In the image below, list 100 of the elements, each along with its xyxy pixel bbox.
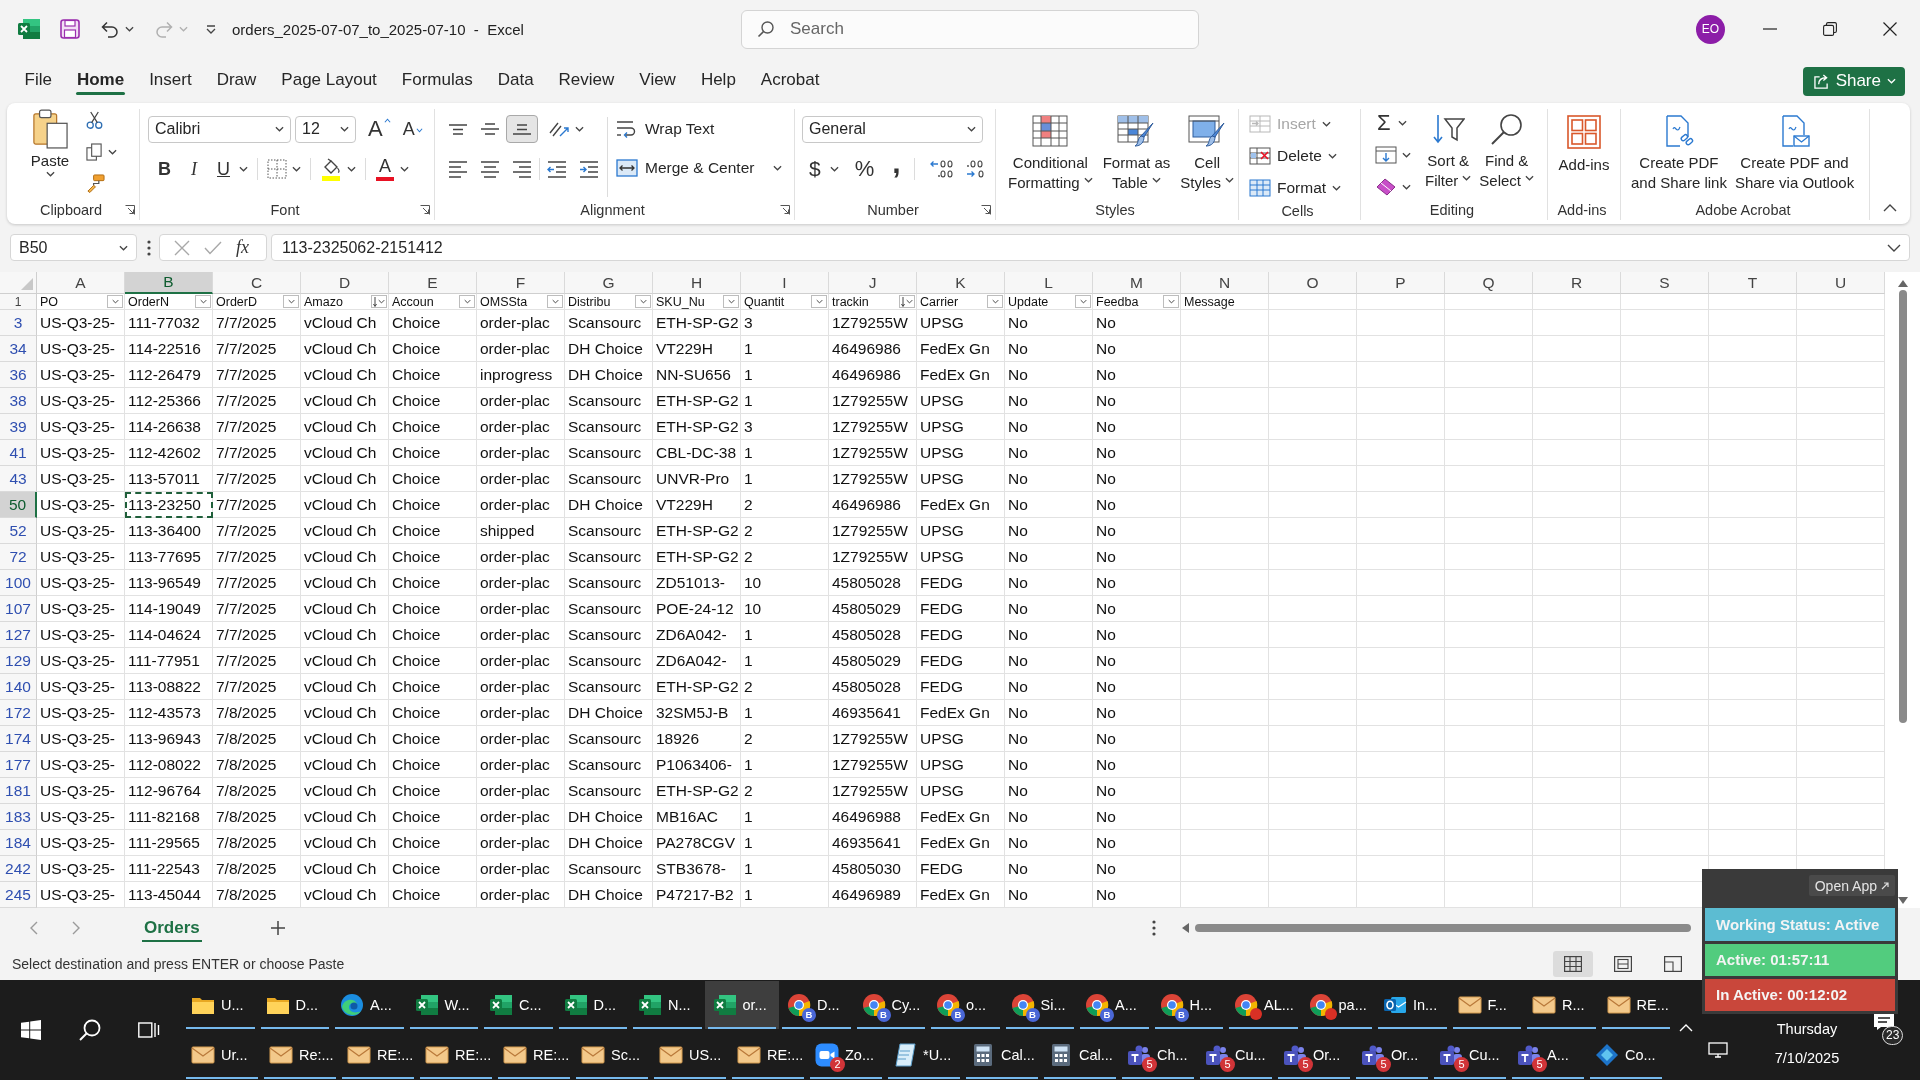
align-left-icon[interactable]: [448, 160, 468, 178]
undo-icon[interactable]: [100, 19, 120, 39]
taskbar-button[interactable]: *U...: [885, 1031, 963, 1079]
close-icon[interactable]: [1883, 22, 1897, 36]
next-sheet-icon[interactable]: [72, 921, 80, 935]
taskbar-button[interactable]: B H...: [1151, 981, 1226, 1029]
filter-button[interactable]: [723, 295, 739, 308]
ribbon-tab[interactable]: File: [12, 58, 65, 102]
row-header[interactable]: 181: [0, 778, 37, 804]
caret-icon[interactable]: [45, 171, 55, 177]
align-center-icon[interactable]: [480, 160, 500, 178]
row-header[interactable]: 38: [0, 388, 37, 414]
filter-button[interactable]: [107, 295, 123, 308]
column-header[interactable]: Q: [1445, 272, 1533, 294]
shrink-font-button[interactable]: A: [398, 116, 427, 142]
dialog-launcher-icon[interactable]: [125, 205, 135, 215]
caret-icon[interactable]: [1327, 153, 1337, 159]
row-header[interactable]: 3: [0, 310, 37, 336]
align-right-icon[interactable]: [512, 160, 532, 178]
formula-input[interactable]: 113-2325062-2151412: [271, 234, 1910, 261]
restore-icon[interactable]: [1823, 22, 1837, 36]
filter-button[interactable]: [195, 295, 211, 308]
column-header[interactable]: E: [389, 272, 477, 294]
column-header[interactable]: H: [653, 272, 741, 294]
ribbon-tab[interactable]: Page Layout: [268, 58, 390, 102]
increase-indent-icon[interactable]: [579, 160, 599, 178]
caret-icon[interactable]: [1332, 185, 1342, 191]
search-field[interactable]: Search: [741, 9, 1199, 49]
eraser-icon[interactable]: [1375, 178, 1397, 196]
customize-toolbar-icon[interactable]: [206, 24, 216, 34]
save-icon[interactable]: [60, 19, 80, 39]
taskbar-button[interactable]: D...: [555, 981, 630, 1029]
taskbar-button[interactable]: AL...: [1226, 981, 1301, 1029]
caret-icon[interactable]: [1402, 152, 1411, 158]
row-header[interactable]: 100: [0, 570, 37, 596]
open-app-button[interactable]: Open App: [1808, 875, 1895, 897]
collapse-ribbon-icon[interactable]: [1883, 204, 1897, 212]
caret-icon[interactable]: [1397, 120, 1407, 126]
taskbar-button[interactable]: B A...: [1077, 981, 1152, 1029]
font-size-dropdown[interactable]: 12: [295, 115, 356, 143]
scroll-down-icon[interactable]: [1897, 897, 1908, 904]
taskbar-button[interactable]: RE:...: [729, 1031, 807, 1079]
row-header[interactable]: 140: [0, 674, 37, 700]
grow-font-button[interactable]: A: [364, 116, 395, 142]
ribbon-tab[interactable]: Draw: [204, 58, 269, 102]
column-header[interactable]: F: [477, 272, 565, 294]
scrollbar-thumb[interactable]: [1898, 290, 1907, 723]
more-options-icon[interactable]: [147, 239, 151, 256]
filter-button[interactable]: [1163, 295, 1179, 308]
comma-style-button[interactable]: ,: [888, 156, 905, 182]
create-pdf-mail-button[interactable]: Create PDF and Share via Outlook: [1730, 113, 1859, 200]
row-header[interactable]: 245: [0, 882, 37, 908]
taskbar-button[interactable]: or...: [704, 981, 779, 1029]
taskbar-button[interactable]: Co...: [1587, 1031, 1665, 1079]
ribbon-tab[interactable]: Formulas: [389, 58, 486, 102]
currency-button[interactable]: $: [805, 156, 825, 182]
bottom-align-button[interactable]: [506, 115, 538, 143]
bold-button[interactable]: B: [154, 156, 175, 182]
insert-function-button[interactable]: fx: [236, 237, 249, 258]
taskbar-button[interactable]: A...: [332, 981, 407, 1029]
sorted-filter-button[interactable]: [899, 295, 915, 308]
sort-filter-button[interactable]: Sort & Filter: [1421, 109, 1476, 200]
format-cells-button[interactable]: Format: [1249, 175, 1360, 201]
conditional-styles-button[interactable]: Conditional Formatting: [1004, 113, 1097, 200]
taskbar-button[interactable]: 2 Zo...: [807, 1031, 885, 1079]
row-header[interactable]: 41: [0, 440, 37, 466]
caret-icon[interactable]: [967, 126, 976, 132]
delete-cells-button[interactable]: Delete: [1249, 143, 1360, 169]
scrollbar-thumb[interactable]: [1195, 924, 1691, 932]
taskbar-button[interactable]: In...: [1375, 981, 1450, 1029]
show-hidden-icons-icon[interactable]: [1679, 1024, 1693, 1032]
ribbon-tab[interactable]: Data: [485, 58, 547, 102]
scissors-icon[interactable]: [86, 111, 103, 130]
caret-icon[interactable]: [773, 165, 783, 171]
taskbar-button[interactable]: 5 Or...: [1353, 1031, 1431, 1079]
taskbar-button[interactable]: 5 Cu...: [1197, 1031, 1275, 1079]
filter-button[interactable]: [283, 295, 299, 308]
column-header[interactable]: A: [37, 272, 125, 294]
windows-logo-icon[interactable]: [21, 1020, 41, 1040]
taskbar-button[interactable]: 5 Ch...: [1119, 1031, 1197, 1079]
taskbar-button[interactable]: B Cy...: [853, 981, 928, 1029]
row-header[interactable]: 129: [0, 648, 37, 674]
taskbar-button[interactable]: D...: [257, 981, 332, 1029]
normal-view-button[interactable]: [1553, 951, 1593, 977]
task-view-icon[interactable]: [138, 1020, 160, 1040]
taskbar-button[interactable]: B D...: [779, 981, 854, 1029]
taskbar-button[interactable]: 5 A...: [1509, 1031, 1587, 1079]
row-header[interactable]: 242: [0, 856, 37, 882]
taskbar-button[interactable]: U...: [183, 981, 258, 1029]
row-header[interactable]: 174: [0, 726, 37, 752]
number-format-dropdown[interactable]: General: [802, 115, 983, 143]
filter-button[interactable]: [459, 295, 475, 308]
dialog-launcher-icon[interactable]: [780, 205, 790, 215]
taskbar-button[interactable]: F...: [1449, 981, 1524, 1029]
column-header[interactable]: B: [125, 272, 213, 294]
caret-icon[interactable]: [239, 166, 248, 172]
share-button[interactable]: Share: [1802, 66, 1905, 96]
row-header[interactable]: 52: [0, 518, 37, 544]
dialog-launcher-icon[interactable]: [420, 205, 430, 215]
ribbon-tab[interactable]: Help: [688, 58, 749, 102]
